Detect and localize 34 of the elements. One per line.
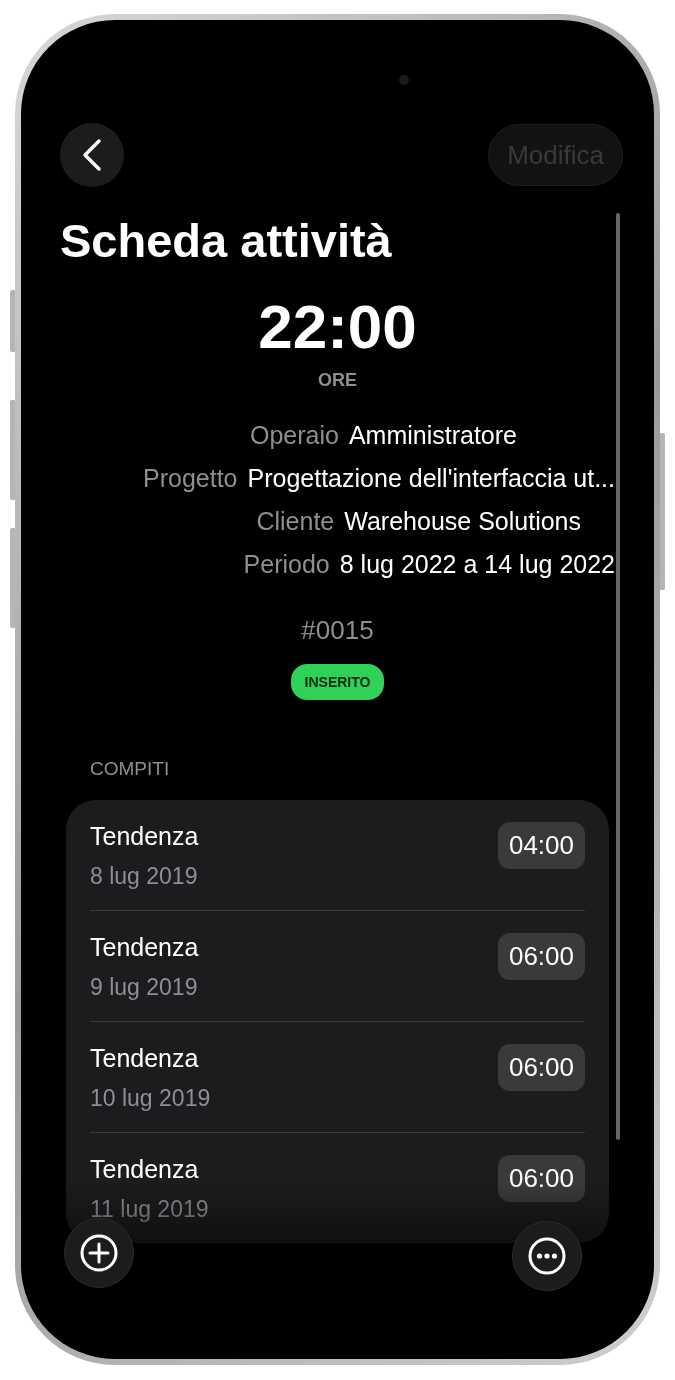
detail-value: 8 lug 2022 a 14 lug 2022: [339, 550, 615, 579]
task-name: Tendenza: [90, 1044, 200, 1073]
detail-label: Cliente: [256, 507, 335, 536]
detail-label: Periodo: [243, 550, 330, 579]
page-title: Scheda attività: [60, 213, 393, 268]
detail-label: Progetto: [143, 464, 238, 493]
task-date: 9 lug 2019: [90, 974, 199, 1001]
sheet-number: #0015: [301, 615, 374, 646]
task-duration: 06:00: [497, 1044, 585, 1091]
task-row[interactable]: Tendenza 8 lug 2019 04:00: [90, 800, 585, 911]
task-row[interactable]: Tendenza 10 lug 2019 06:00: [90, 1022, 585, 1133]
section-header: COMPITI: [90, 758, 171, 780]
hours-unit: ORE: [318, 370, 357, 391]
task-duration: 06:00: [497, 1155, 585, 1202]
task-name: Tendenza: [90, 933, 199, 962]
task-name: Tendenza: [90, 1155, 200, 1184]
more-icon: [527, 1236, 567, 1276]
task-row[interactable]: Tendenza 9 lug 2019 06:00: [90, 911, 585, 1022]
detail-value: Warehouse Solutions: [344, 507, 581, 536]
task-row[interactable]: Tendenza 11 lug 2019 06:00: [90, 1133, 585, 1243]
detail-value: Amministratore: [348, 421, 517, 450]
task-date: 11 lug 2019: [90, 1196, 209, 1223]
task-date: 8 lug 2019: [90, 863, 199, 890]
detail-value: Progettazione dell'interfaccia ut...: [247, 464, 615, 493]
task-date: 10 lug 2019: [90, 1085, 211, 1112]
status-badge: INSERITO: [290, 664, 385, 700]
total-hours: 22:00: [258, 296, 417, 358]
detail-label: Operaio: [249, 421, 339, 450]
camera-icon: [399, 75, 409, 85]
task-duration: 04:00: [497, 822, 585, 869]
add-icon: [79, 1233, 119, 1273]
task-duration: 06:00: [497, 933, 585, 980]
back-icon: [81, 138, 103, 172]
task-name: Tendenza: [90, 822, 199, 851]
